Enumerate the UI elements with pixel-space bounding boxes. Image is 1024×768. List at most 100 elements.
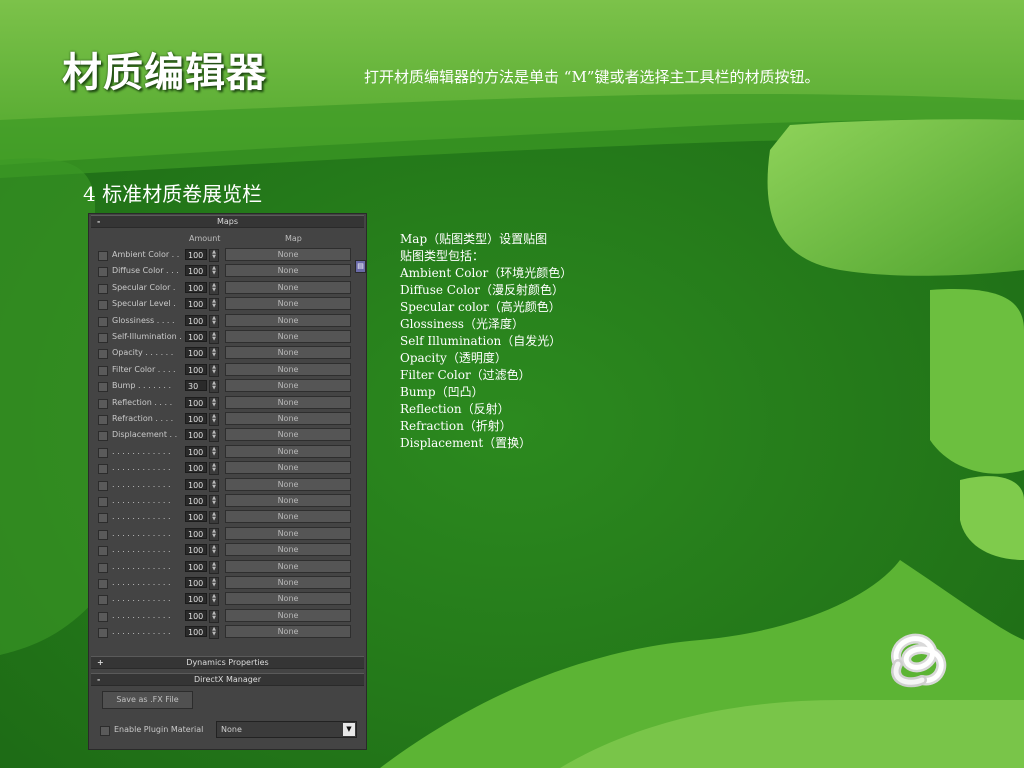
spinner-arrows-icon[interactable]: ▲ ▼ bbox=[209, 495, 219, 508]
amount-spinner[interactable]: 100 bbox=[185, 429, 207, 441]
amount-spinner[interactable]: 30 bbox=[185, 380, 207, 392]
map-enable-checkbox[interactable] bbox=[98, 300, 108, 311]
amount-spinner[interactable]: 100 bbox=[185, 396, 207, 408]
amount-spinner[interactable]: 100 bbox=[185, 626, 207, 638]
map-none-button[interactable]: None bbox=[225, 461, 351, 475]
map-none-button[interactable]: None bbox=[225, 379, 351, 393]
map-none-button[interactable]: None bbox=[225, 625, 351, 639]
map-none-button[interactable]: None bbox=[225, 412, 351, 425]
map-none-button[interactable]: None bbox=[225, 264, 351, 278]
maps-rollout-header[interactable]: - Maps bbox=[91, 215, 364, 228]
map-none-button[interactable]: None bbox=[225, 346, 351, 360]
map-enable-checkbox[interactable] bbox=[98, 611, 108, 622]
spinner-arrows-icon[interactable]: ▲ ▼ bbox=[209, 363, 219, 377]
map-enable-checkbox[interactable] bbox=[98, 464, 108, 475]
spinner-arrows-icon[interactable]: ▲ ▼ bbox=[209, 298, 219, 312]
amount-spinner[interactable]: 100 bbox=[185, 265, 207, 277]
amount-spinner[interactable]: 100 bbox=[185, 577, 207, 588]
map-enable-checkbox[interactable] bbox=[98, 283, 108, 294]
dropdown-arrow-icon[interactable]: ▼ bbox=[343, 723, 355, 736]
spinner-arrows-icon[interactable]: ▲ ▼ bbox=[209, 527, 219, 541]
amount-spinner[interactable]: 100 bbox=[185, 331, 207, 342]
map-enable-checkbox[interactable] bbox=[98, 431, 108, 442]
spinner-arrows-icon[interactable]: ▲ ▼ bbox=[209, 462, 219, 476]
map-none-button[interactable]: None bbox=[225, 510, 351, 524]
map-enable-checkbox[interactable] bbox=[98, 480, 108, 491]
map-none-button[interactable]: None bbox=[225, 280, 351, 294]
map-enable-checkbox[interactable] bbox=[98, 513, 108, 524]
spinner-arrows-icon[interactable]: ▲ ▼ bbox=[209, 626, 219, 640]
spinner-arrows-icon[interactable]: ▲ ▼ bbox=[209, 331, 219, 344]
spinner-arrows-icon[interactable]: ▲ ▼ bbox=[209, 593, 219, 607]
scroll-handle-icon[interactable]: ▤ bbox=[355, 260, 366, 273]
spinner-arrows-icon[interactable]: ▲ ▼ bbox=[209, 609, 219, 623]
map-enable-checkbox[interactable] bbox=[98, 595, 108, 606]
amount-spinner[interactable]: 100 bbox=[185, 347, 207, 359]
map-enable-checkbox[interactable] bbox=[98, 447, 108, 458]
spinner-arrows-icon[interactable]: ▲ ▼ bbox=[209, 577, 219, 590]
map-none-button[interactable]: None bbox=[225, 248, 351, 261]
spinner-arrows-icon[interactable]: ▲ ▼ bbox=[209, 413, 219, 426]
map-none-button[interactable]: None bbox=[225, 428, 351, 442]
spinner-arrows-icon[interactable]: ▲ ▼ bbox=[209, 478, 219, 492]
spinner-arrows-icon[interactable]: ▲ ▼ bbox=[209, 265, 219, 279]
map-none-button[interactable]: None bbox=[225, 608, 351, 622]
amount-spinner[interactable]: 100 bbox=[185, 462, 207, 474]
map-enable-checkbox[interactable] bbox=[98, 415, 108, 425]
map-none-button[interactable]: None bbox=[225, 559, 351, 573]
spinner-arrows-icon[interactable]: ▲ ▼ bbox=[209, 347, 219, 361]
map-none-button[interactable]: None bbox=[225, 592, 351, 606]
spinner-arrows-icon[interactable]: ▲ ▼ bbox=[209, 544, 219, 558]
map-none-button[interactable]: None bbox=[225, 313, 351, 327]
amount-spinner[interactable]: 100 bbox=[185, 363, 207, 375]
amount-spinner[interactable]: 100 bbox=[185, 249, 207, 260]
map-enable-checkbox[interactable] bbox=[98, 398, 108, 409]
spinner-arrows-icon[interactable]: ▲ ▼ bbox=[209, 511, 219, 525]
amount-spinner[interactable]: 100 bbox=[185, 478, 207, 490]
map-none-button[interactable]: None bbox=[225, 526, 351, 540]
map-none-button[interactable]: None bbox=[225, 543, 351, 557]
map-enable-checkbox[interactable] bbox=[98, 267, 108, 278]
spinner-arrows-icon[interactable]: ▲ ▼ bbox=[209, 380, 219, 394]
save-fx-file-button[interactable]: Save as .FX File bbox=[102, 691, 193, 709]
map-enable-checkbox[interactable] bbox=[98, 365, 108, 376]
plugin-material-select[interactable]: None ▼ bbox=[216, 721, 357, 738]
map-enable-checkbox[interactable] bbox=[98, 333, 108, 343]
spinner-arrows-icon[interactable]: ▲ ▼ bbox=[209, 560, 219, 574]
spinner-arrows-icon[interactable]: ▲ ▼ bbox=[209, 249, 219, 262]
enable-plugin-checkbox[interactable] bbox=[100, 726, 110, 736]
map-enable-checkbox[interactable] bbox=[98, 316, 108, 327]
map-none-button[interactable]: None bbox=[225, 494, 351, 507]
spinner-arrows-icon[interactable]: ▲ ▼ bbox=[209, 314, 219, 328]
map-none-button[interactable]: None bbox=[225, 330, 351, 343]
map-enable-checkbox[interactable] bbox=[98, 349, 108, 360]
map-enable-checkbox[interactable] bbox=[98, 579, 108, 589]
spinner-arrows-icon[interactable]: ▲ ▼ bbox=[209, 281, 219, 295]
map-none-button[interactable]: None bbox=[225, 395, 351, 409]
map-enable-checkbox[interactable] bbox=[98, 497, 108, 507]
amount-spinner[interactable]: 100 bbox=[185, 609, 207, 621]
spinner-arrows-icon[interactable]: ▲ ▼ bbox=[209, 429, 219, 443]
amount-spinner[interactable]: 100 bbox=[185, 511, 207, 523]
spinner-arrows-icon[interactable]: ▲ ▼ bbox=[209, 445, 219, 459]
amount-spinner[interactable]: 100 bbox=[185, 544, 207, 556]
directx-rollout-header[interactable]: - DirectX Manager bbox=[91, 673, 364, 686]
map-enable-checkbox[interactable] bbox=[98, 628, 108, 639]
amount-spinner[interactable]: 100 bbox=[185, 445, 207, 457]
map-none-button[interactable]: None bbox=[225, 576, 351, 589]
map-enable-checkbox[interactable] bbox=[98, 529, 108, 540]
map-enable-checkbox[interactable] bbox=[98, 251, 108, 261]
amount-spinner[interactable]: 100 bbox=[185, 298, 207, 310]
amount-spinner[interactable]: 100 bbox=[185, 527, 207, 539]
map-enable-checkbox[interactable] bbox=[98, 546, 108, 557]
map-enable-checkbox[interactable] bbox=[98, 562, 108, 573]
amount-spinner[interactable]: 100 bbox=[185, 593, 207, 605]
amount-spinner[interactable]: 100 bbox=[185, 495, 207, 506]
map-none-button[interactable]: None bbox=[225, 362, 351, 376]
amount-spinner[interactable]: 100 bbox=[185, 314, 207, 326]
dynamics-rollout-header[interactable]: + Dynamics Properties bbox=[91, 656, 364, 669]
amount-spinner[interactable]: 100 bbox=[185, 281, 207, 293]
spinner-arrows-icon[interactable]: ▲ ▼ bbox=[209, 396, 219, 410]
map-none-button[interactable]: None bbox=[225, 477, 351, 491]
map-none-button[interactable]: None bbox=[225, 444, 351, 458]
